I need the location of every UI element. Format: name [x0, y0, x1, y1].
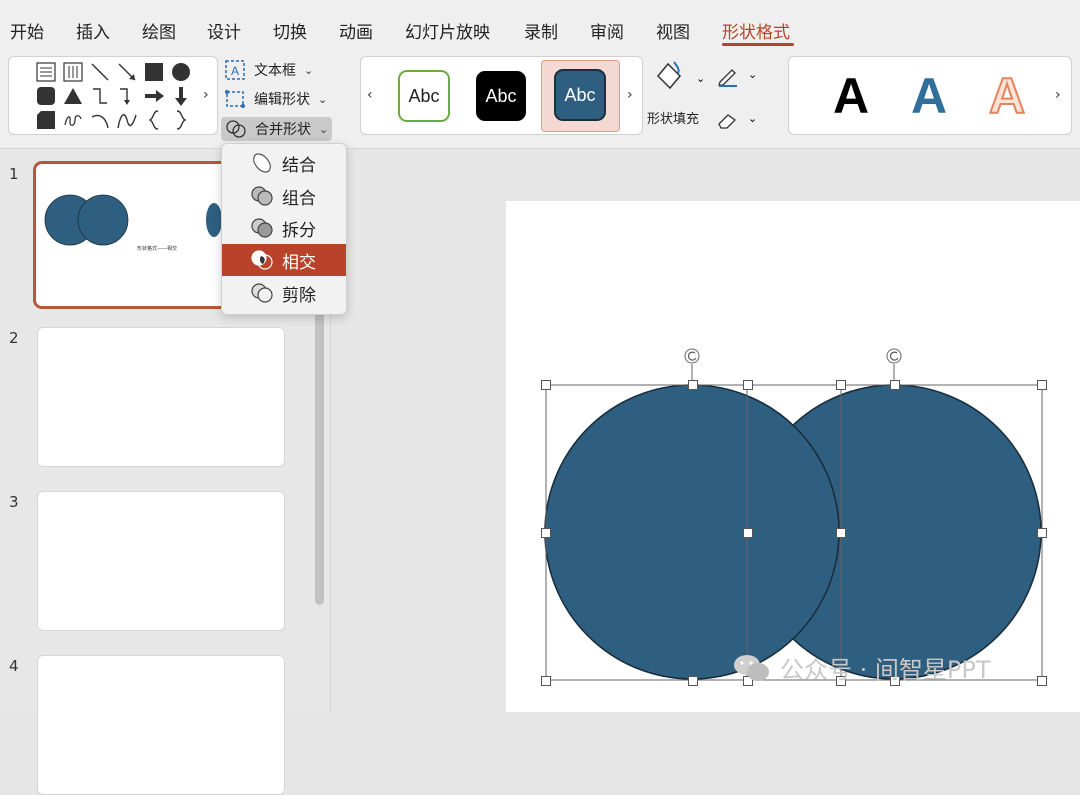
resize-handle[interactable] — [688, 380, 698, 390]
resize-handle[interactable] — [743, 380, 753, 390]
resize-handle[interactable] — [541, 676, 551, 686]
union-icon — [253, 153, 271, 173]
circle-shape-left[interactable] — [544, 384, 840, 680]
menu-item-combine[interactable]: 组合 — [222, 180, 346, 212]
intersect-icon — [251, 250, 273, 270]
menu-item-label: 拆分 — [282, 220, 316, 241]
menu-item-label: 组合 — [282, 188, 316, 209]
resize-handle[interactable] — [890, 380, 900, 390]
resize-handle[interactable] — [743, 528, 753, 538]
watermark: 公众号 · 间智星PPT — [732, 650, 991, 685]
merge-shapes-menu: 结合 组合 拆分 相交 剪除 — [221, 143, 347, 315]
resize-handle[interactable] — [1037, 676, 1047, 686]
menu-item-label: 相交 — [282, 252, 316, 273]
wechat-logo-icon — [734, 654, 769, 681]
resize-handle[interactable] — [1037, 528, 1047, 538]
menu-item-subtract[interactable]: 剪除 — [222, 277, 346, 309]
resize-handle[interactable] — [836, 528, 846, 538]
resize-handle[interactable] — [541, 528, 551, 538]
menu-item-label: 剪除 — [282, 285, 316, 306]
rotate-handle-icon[interactable] — [886, 348, 902, 364]
fragment-icon — [251, 218, 273, 238]
menu-item-fragment[interactable]: 拆分 — [222, 212, 346, 244]
selected-shapes-layer — [544, 348, 1043, 681]
resize-handle[interactable] — [541, 380, 551, 390]
menu-item-intersect[interactable]: 相交 — [222, 244, 346, 276]
menu-item-union[interactable]: 结合 — [222, 147, 346, 179]
resize-handle[interactable] — [1037, 380, 1047, 390]
resize-handle[interactable] — [688, 676, 698, 686]
rotate-handle-icon[interactable] — [684, 348, 700, 364]
watermark-text: 公众号 · 间智星PPT — [780, 656, 991, 684]
menu-item-label: 结合 — [282, 155, 316, 176]
subtract-icon — [251, 283, 273, 303]
resize-handle[interactable] — [836, 380, 846, 390]
combine-icon — [251, 186, 273, 206]
